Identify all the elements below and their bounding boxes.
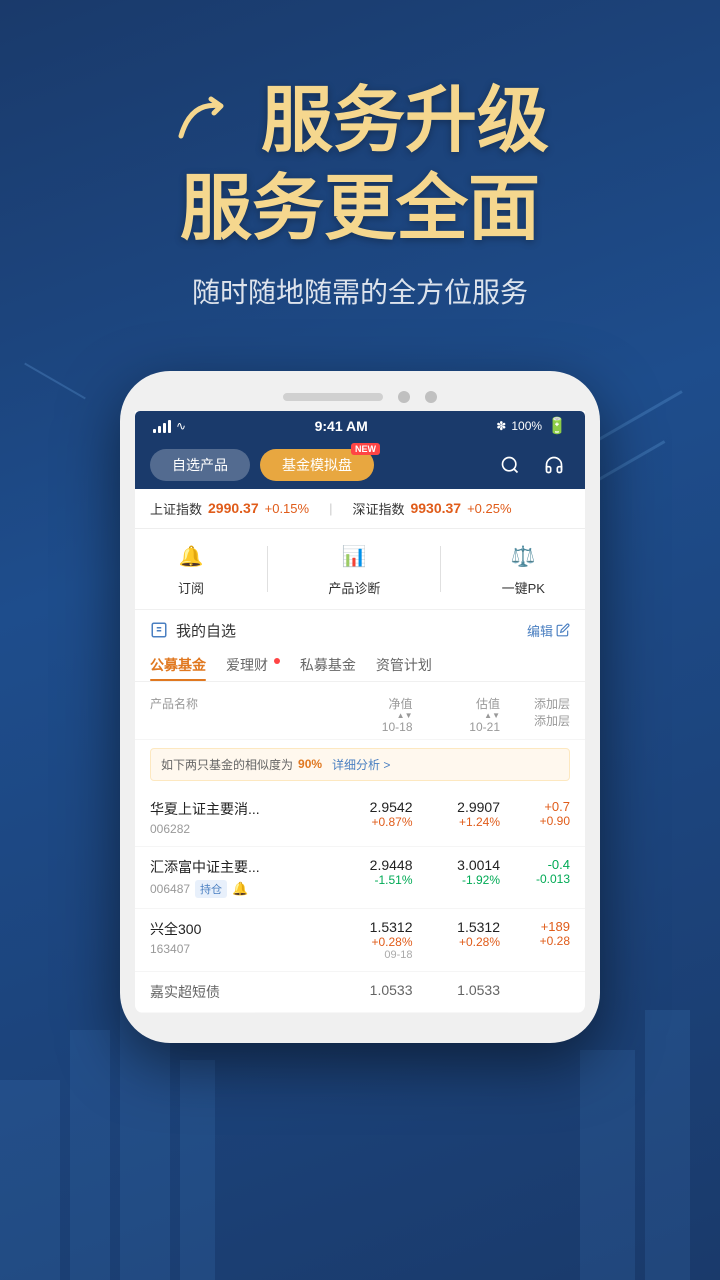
cat-tab-private[interactable]: 私募基金	[300, 649, 356, 681]
arrow-icon	[171, 91, 241, 151]
sz-change: +0.25%	[467, 501, 511, 516]
col-add: 添加层 添加层	[500, 695, 570, 734]
header-section: 服务升级 服务更全面 随时随地随需的全方位服务	[0, 0, 720, 341]
phone-speaker	[283, 393, 383, 401]
category-tabs: 公募基金 爱理财 私募基金 资管计划	[135, 649, 585, 682]
cat-tab-public[interactable]: 公募基金	[150, 649, 206, 681]
est-sort[interactable]: ▲▼	[484, 712, 500, 720]
ticker-divider: |	[329, 501, 332, 516]
cat-tab-asset[interactable]: 资管计划	[376, 649, 432, 681]
fund-name-0: 华夏上证主要消...	[150, 799, 325, 819]
fund-code-1: 006487 持仓 🔔	[150, 880, 325, 898]
fund-row-2[interactable]: 兴全300 163407 1.5312 +0.28% 09-18 1.5312 …	[135, 909, 585, 972]
action-div-1	[267, 546, 268, 592]
table-header: 产品名称 净值 ▲▼ 10-18 估值 ▲▼ 10-21 添加层 添加层	[135, 690, 585, 740]
col-est: 估值 ▲▼ 10-21	[413, 695, 501, 734]
fund-info-1: 汇添富中证主要... 006487 持仓 🔔	[150, 857, 325, 898]
fund-info-2: 兴全300 163407	[150, 919, 325, 956]
fund-row-1[interactable]: 汇添富中证主要... 006487 持仓 🔔 2.9448 -1.51% 3.0…	[135, 847, 585, 909]
phone-screen: ∿ 9:41 AM ✽ 100% 🔋 自选产品 基金模拟盘 NEW	[135, 411, 585, 1013]
fund-name-2: 兴全300	[150, 919, 325, 939]
fund-row-3[interactable]: 嘉实超短债 1.0533 1.0533	[135, 972, 585, 1013]
nav-tab-watchlist[interactable]: 自选产品	[150, 449, 250, 481]
ticker-sh: 上证指数 2990.37 +0.15%	[150, 499, 309, 518]
phone-notch	[135, 391, 585, 403]
fund-nav-0: 2.9542 +0.87%	[325, 799, 413, 829]
fund-name-1: 汇添富中证主要...	[150, 857, 325, 877]
status-time: 9:41 AM	[315, 418, 368, 434]
fund-nav-3: 1.0533	[325, 982, 413, 998]
phone-camera2	[425, 391, 437, 403]
fund-tag-1: 持仓	[195, 880, 227, 898]
fund-nav-1: 2.9448 -1.51%	[325, 857, 413, 887]
wifi-icon: ∿	[176, 419, 186, 433]
main-title-line2: 服务更全面	[60, 168, 660, 251]
status-right: ✽ 100% 🔋	[496, 416, 567, 436]
col-nav: 净值 ▲▼ 10-18	[325, 695, 413, 734]
phone-mockup: ∿ 9:41 AM ✽ 100% 🔋 自选产品 基金模拟盘 NEW	[120, 371, 600, 1043]
fund-add-0: +0.7 +0.90	[500, 799, 570, 828]
fund-bell-1[interactable]: 🔔	[232, 881, 248, 897]
sh-label: 上证指数	[150, 499, 202, 518]
battery-icon: 🔋	[547, 416, 567, 436]
similarity-pct: 90%	[298, 757, 322, 771]
status-left: ∿	[153, 419, 186, 433]
battery-text: 100%	[511, 419, 542, 433]
analysis-link[interactable]: 详细分析 >	[332, 756, 390, 773]
wealth-dot	[274, 658, 280, 664]
sz-value: 9930.37	[410, 500, 461, 516]
diagnose-icon: 📊	[338, 541, 370, 573]
fund-name-3: 嘉实超短债	[150, 982, 325, 1002]
fund-code-0: 006282	[150, 822, 325, 836]
quick-actions: 🔔 订阅 📊 产品诊断 ⚖️ 一键PK	[135, 529, 585, 610]
fund-info-3: 嘉实超短债	[150, 982, 325, 1002]
subtitle: 随时随地随需的全方位服务	[60, 271, 660, 311]
diagnose-label: 产品诊断	[328, 578, 380, 597]
fund-row-0[interactable]: 华夏上证主要消... 006282 2.9542 +0.87% 2.9907 +…	[135, 789, 585, 847]
bluetooth-icon: ✽	[496, 419, 506, 433]
watchlist-header: 我的自选 编辑	[135, 610, 585, 649]
watchlist-edit-btn[interactable]: 编辑	[527, 621, 570, 640]
fund-est-0: 2.9907 +1.24%	[413, 799, 501, 829]
new-badge: NEW	[351, 443, 380, 455]
action-subscribe[interactable]: 🔔 订阅	[175, 541, 207, 597]
status-bar: ∿ 9:41 AM ✽ 100% 🔋	[135, 411, 585, 441]
app-nav: 自选产品 基金模拟盘 NEW	[135, 441, 585, 489]
fund-est-1: 3.0014 -1.92%	[413, 857, 501, 887]
subscribe-icon: 🔔	[175, 541, 207, 573]
action-diagnose[interactable]: 📊 产品诊断	[328, 541, 380, 597]
action-div-2	[440, 546, 441, 592]
fund-info-0: 华夏上证主要消... 006282	[150, 799, 325, 836]
similarity-alert: 如下两只基金的相似度为 90% 详细分析 >	[150, 748, 570, 781]
headset-icon-btn[interactable]	[538, 449, 570, 481]
nav-icons	[494, 449, 570, 481]
signal-icon	[153, 419, 171, 433]
col-name: 产品名称	[150, 695, 325, 734]
fund-code-2: 163407	[150, 942, 325, 956]
phone-camera	[398, 391, 410, 403]
search-icon-btn[interactable]	[494, 449, 526, 481]
sz-label: 深证指数	[352, 499, 404, 518]
sh-value: 2990.37	[208, 500, 259, 516]
main-title-line1: 服务升级	[60, 80, 660, 163]
fund-est-3: 1.0533	[413, 982, 501, 998]
fund-add-2: +189 +0.28	[500, 919, 570, 948]
edit-icon	[556, 623, 570, 637]
subscribe-label: 订阅	[178, 578, 204, 597]
ticker-bar: 上证指数 2990.37 +0.15% | 深证指数 9930.37 +0.25…	[135, 489, 585, 529]
sh-change: +0.15%	[265, 501, 309, 516]
fund-add-1: -0.4 -0.013	[500, 857, 570, 886]
fund-nav-2: 1.5312 +0.28% 09-18	[325, 919, 413, 961]
ticker-sz: 深证指数 9930.37 +0.25%	[352, 499, 511, 518]
watchlist-icon	[150, 621, 168, 639]
phone-container: ∿ 9:41 AM ✽ 100% 🔋 自选产品 基金模拟盘 NEW	[0, 371, 720, 1043]
nav-sort[interactable]: ▲▼	[397, 712, 413, 720]
action-pk[interactable]: ⚖️ 一键PK	[502, 541, 545, 597]
fund-est-2: 1.5312 +0.28%	[413, 919, 501, 949]
cat-tab-wealth[interactable]: 爱理财	[226, 649, 280, 681]
pk-label: 一键PK	[502, 578, 545, 597]
nav-tab-fund-sim[interactable]: 基金模拟盘 NEW	[260, 449, 374, 481]
watchlist-title: 我的自选	[150, 620, 236, 641]
pk-icon: ⚖️	[507, 541, 539, 573]
